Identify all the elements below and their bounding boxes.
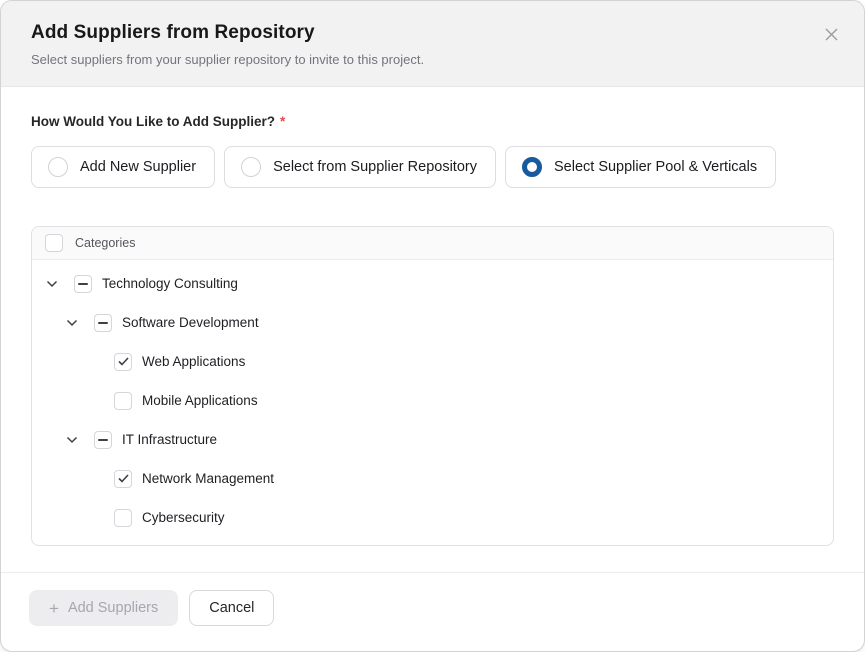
close-button[interactable]	[820, 23, 842, 45]
modal-title: Add Suppliers from Repository	[31, 22, 834, 44]
categories-tree: Technology Consulting Software Developme…	[32, 260, 833, 545]
question-row: How Would You Like to Add Supplier? *	[31, 113, 834, 131]
tree-row-label: Cybersecurity	[142, 510, 225, 525]
tree-row: Network Management	[32, 459, 833, 498]
modal-body: How Would You Like to Add Supplier? * Add…	[1, 87, 864, 572]
tree-row: Cybersecurity	[32, 498, 833, 537]
modal-footer: + Add Suppliers Cancel	[1, 572, 864, 651]
radio-icon	[241, 157, 261, 177]
tree-row-label: Mobile Applications	[142, 393, 258, 408]
supplier-add-options: Add New Supplier Select from Supplier Re…	[31, 146, 834, 188]
modal-subtitle: Select suppliers from your supplier repo…	[31, 52, 834, 67]
row-checkbox[interactable]	[94, 431, 112, 449]
row-checkbox[interactable]	[114, 353, 132, 371]
tree-row-label: IT Infrastructure	[122, 432, 217, 447]
chevron-down-icon[interactable]	[46, 280, 74, 288]
tree-row: IT Infrastructure	[32, 420, 833, 459]
tree-row: Web Applications	[32, 342, 833, 381]
add-suppliers-modal: Add Suppliers from Repository Select sup…	[0, 0, 865, 652]
row-checkbox[interactable]	[94, 314, 112, 332]
plus-icon: +	[49, 600, 59, 617]
row-checkbox[interactable]	[74, 275, 92, 293]
tree-row: Software Development	[32, 303, 833, 342]
tree-row-label: Web Applications	[142, 354, 245, 369]
tree-row: Mobile Applications	[32, 381, 833, 420]
row-checkbox[interactable]	[114, 470, 132, 488]
tree-row-label: Network Management	[142, 471, 274, 486]
tree-row: Technology Consulting	[32, 264, 833, 303]
row-checkbox[interactable]	[114, 392, 132, 410]
add-suppliers-button[interactable]: + Add Suppliers	[29, 590, 178, 626]
radio-selected-icon	[522, 157, 542, 177]
close-icon	[824, 27, 839, 42]
option-select-supplier-pool[interactable]: Select Supplier Pool & Verticals	[505, 146, 776, 188]
option-select-from-repository[interactable]: Select from Supplier Repository	[224, 146, 496, 188]
chevron-down-icon[interactable]	[66, 319, 94, 327]
required-marker: *	[280, 114, 285, 129]
cancel-button-label: Cancel	[209, 600, 254, 616]
option-add-new-supplier[interactable]: Add New Supplier	[31, 146, 215, 188]
tree-row-label: Technology Consulting	[102, 276, 238, 291]
option-label: Select from Supplier Repository	[273, 159, 477, 175]
option-label: Select Supplier Pool & Verticals	[554, 159, 757, 175]
categories-table: Categories Technology Consulting	[31, 226, 834, 546]
categories-table-header: Categories	[32, 227, 833, 260]
categories-column-header: Categories	[75, 236, 135, 250]
add-suppliers-button-label: Add Suppliers	[68, 600, 158, 616]
select-all-checkbox[interactable]	[45, 234, 63, 252]
option-label: Add New Supplier	[80, 159, 196, 175]
cancel-button[interactable]: Cancel	[189, 590, 274, 626]
tree-row-label: Software Development	[122, 315, 259, 330]
question-label: How Would You Like to Add Supplier?	[31, 114, 275, 129]
chevron-down-icon[interactable]	[66, 436, 94, 444]
row-checkbox[interactable]	[114, 509, 132, 527]
radio-icon	[48, 157, 68, 177]
modal-header: Add Suppliers from Repository Select sup…	[1, 1, 864, 87]
